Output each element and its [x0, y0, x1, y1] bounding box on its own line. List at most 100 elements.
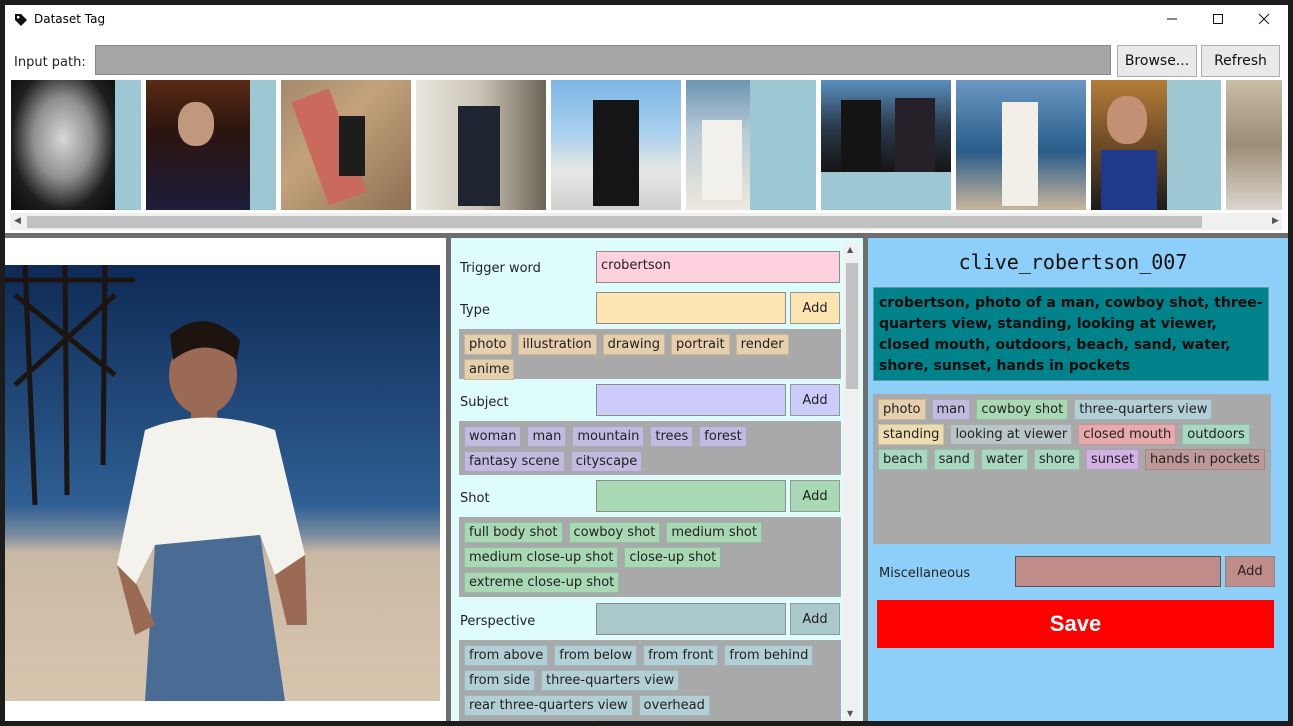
- tag-chip[interactable]: mountain: [572, 426, 645, 447]
- input-path-field[interactable]: [95, 45, 1111, 75]
- tag-chip[interactable]: hands in pockets: [1145, 449, 1265, 470]
- scroll-up-icon[interactable]: ▲: [847, 245, 853, 254]
- tag-icon: [14, 12, 28, 26]
- tag-chip[interactable]: closed mouth: [1078, 424, 1177, 445]
- miscellaneous-field[interactable]: [1015, 556, 1221, 587]
- thumbnail[interactable]: [686, 80, 816, 210]
- thumbnail[interactable]: [821, 80, 951, 210]
- tag-chip[interactable]: overhead: [638, 695, 710, 716]
- thumbnail[interactable]: [956, 80, 1086, 210]
- scrollbar-thumb[interactable]: [846, 263, 858, 389]
- tag-chip[interactable]: standing: [878, 424, 945, 445]
- tag-chip[interactable]: upside down: [601, 720, 694, 721]
- shot-field[interactable]: [596, 480, 786, 512]
- tag-chip[interactable]: from front: [643, 645, 719, 666]
- caption-text[interactable]: crobertson, photo of a man, cowboy shot,…: [873, 287, 1269, 381]
- perspective-label: Perspective: [460, 614, 536, 629]
- thumbnail[interactable]: [416, 80, 546, 210]
- categories-scrollbar[interactable]: ▲ ▼: [843, 243, 860, 721]
- close-button[interactable]: [1241, 5, 1287, 33]
- tag-chip[interactable]: water: [980, 449, 1028, 470]
- tag-chip[interactable]: sand: [933, 449, 975, 470]
- perspective-field[interactable]: [596, 603, 786, 635]
- input-path-label: Input path:: [14, 55, 86, 70]
- miscellaneous-label: Miscellaneous: [879, 566, 971, 581]
- tag-chip[interactable]: full body shot: [464, 522, 563, 543]
- tag-chip[interactable]: illustration: [517, 334, 597, 355]
- tag-chip[interactable]: extreme close-up shot: [464, 572, 620, 593]
- thumbnail-scrollbar[interactable]: ◀ ▶: [10, 213, 1282, 230]
- minimize-icon: [1167, 18, 1177, 20]
- tag-chip[interactable]: portrait: [670, 334, 730, 355]
- maximize-button[interactable]: [1195, 5, 1241, 33]
- tag-chip[interactable]: three-quarters view: [1074, 399, 1213, 420]
- scrollbar-thumb[interactable]: [27, 216, 1202, 228]
- tag-chip[interactable]: cowboy shot: [976, 399, 1069, 420]
- subject-tag-panel: woman man mountain trees forest fantasy scene…: [459, 421, 841, 475]
- tag-chip[interactable]: outdoors: [1182, 424, 1250, 445]
- subject-add-button[interactable]: Add: [790, 384, 840, 416]
- tag-chip[interactable]: man: [931, 399, 971, 420]
- subject-label: Subject: [460, 395, 509, 410]
- image-preview-pane: [5, 238, 446, 721]
- tag-chip[interactable]: cityscape: [570, 451, 643, 472]
- thumbnail[interactable]: [281, 80, 411, 210]
- tag-chip[interactable]: looking at viewer: [950, 424, 1073, 445]
- tag-categories-pane: Trigger word crobertson Type Add photo il…: [451, 238, 863, 721]
- tag-chip[interactable]: from side: [464, 670, 536, 691]
- tag-chip[interactable]: from above: [464, 645, 549, 666]
- thumbnail[interactable]: [11, 80, 141, 210]
- scroll-right-icon[interactable]: ▶: [1272, 216, 1279, 226]
- type-add-button[interactable]: Add: [790, 292, 840, 324]
- type-field[interactable]: [596, 292, 786, 324]
- tag-chip[interactable]: medium close-up shot: [464, 547, 619, 568]
- trigger-word-label: Trigger word: [460, 261, 541, 276]
- tag-chip[interactable]: photo: [878, 399, 926, 420]
- browse-button[interactable]: Browse...: [1117, 45, 1197, 77]
- perspective-add-button[interactable]: Add: [790, 603, 840, 635]
- tag-chip[interactable]: beach: [878, 449, 928, 470]
- file-name: clive_robertson_007: [958, 250, 1188, 274]
- tag-chip[interactable]: medium shot: [666, 522, 762, 543]
- title-bar: Dataset Tag: [5, 5, 1288, 33]
- type-tag-panel: photo illustration drawing portrait render an…: [459, 329, 841, 380]
- maximize-icon: [1213, 14, 1223, 24]
- selected-tags-panel: photo man cowboy shot three-quarters view st…: [873, 394, 1271, 544]
- save-button[interactable]: Save: [877, 600, 1274, 648]
- tag-chip[interactable]: trees: [650, 426, 694, 447]
- scroll-down-icon[interactable]: ▼: [847, 709, 853, 718]
- close-icon: [1258, 13, 1270, 25]
- shot-tag-panel: full body shot cowboy shot medium shot medi…: [459, 517, 841, 597]
- scroll-left-icon[interactable]: ◀: [14, 216, 21, 226]
- trigger-word-field[interactable]: crobertson: [596, 251, 840, 283]
- tag-chip[interactable]: forced perspective: [464, 720, 596, 721]
- minimize-button[interactable]: [1149, 5, 1195, 33]
- perspective-tag-panel: from above from below from front from behin…: [459, 640, 841, 721]
- tag-chip[interactable]: forest: [699, 426, 747, 447]
- tag-chip[interactable]: close-up shot: [624, 547, 722, 568]
- thumbnail[interactable]: [1091, 80, 1221, 210]
- tag-chip[interactable]: rear three-quarters view: [464, 695, 633, 716]
- tag-chip[interactable]: photo: [464, 334, 512, 355]
- tag-chip[interactable]: man: [527, 426, 567, 447]
- tag-chip[interactable]: woman: [464, 426, 522, 447]
- tag-chip[interactable]: from below: [554, 645, 638, 666]
- tag-chip[interactable]: sunset: [1085, 449, 1140, 470]
- tag-chip[interactable]: from behind: [724, 645, 814, 666]
- tag-chip[interactable]: shore: [1033, 449, 1080, 470]
- subject-field[interactable]: [596, 384, 786, 416]
- tag-chip[interactable]: three-quarters view: [541, 670, 680, 691]
- thumbnail[interactable]: [146, 80, 276, 210]
- tag-chip[interactable]: cowboy shot: [568, 522, 661, 543]
- tag-chip[interactable]: anime: [464, 359, 515, 380]
- shot-label: Shot: [460, 491, 490, 506]
- tag-chip[interactable]: drawing: [602, 334, 665, 355]
- thumbnail[interactable]: [551, 80, 681, 210]
- refresh-button[interactable]: Refresh: [1201, 45, 1280, 77]
- caption-pane: clive_robertson_007 crobertson, photo of…: [868, 238, 1288, 721]
- miscellaneous-add-button[interactable]: Add: [1225, 556, 1275, 587]
- shot-add-button[interactable]: Add: [790, 480, 840, 512]
- tag-chip[interactable]: fantasy scene: [464, 451, 565, 472]
- tag-chip[interactable]: render: [735, 334, 789, 355]
- thumbnail[interactable]: [1226, 80, 1282, 210]
